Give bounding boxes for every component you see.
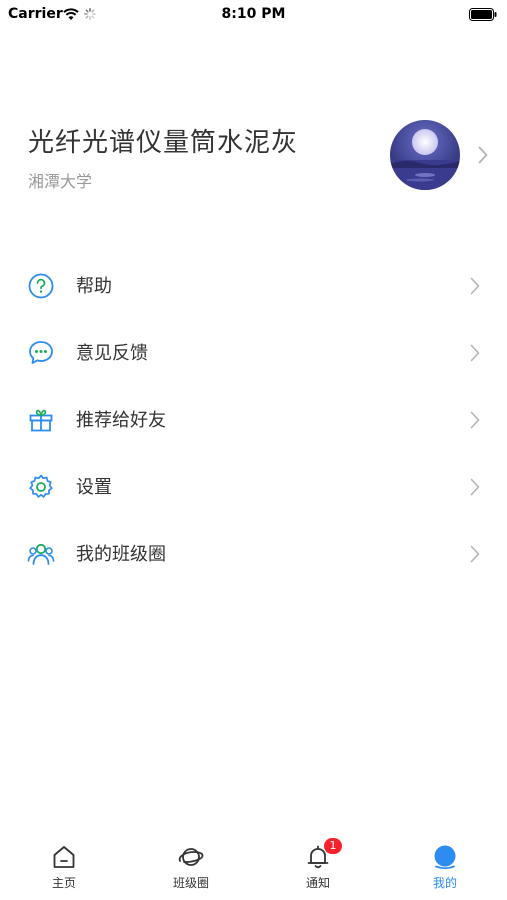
tab-label: 主页 [51, 876, 76, 890]
gear-icon [29, 474, 53, 498]
tab-bar: 主页 班级圈 1 通知 我的 [0, 830, 507, 900]
battery-icon [469, 8, 497, 21]
menu-label: 帮助 [76, 276, 112, 297]
clock-label: 8:10 PM [221, 6, 286, 22]
menu-label: 我的班级圈 [76, 544, 166, 565]
profile-header[interactable]: 光纤光谱仪量筒水泥灰 湘潭大学 [0, 110, 507, 200]
gift-icon [29, 409, 53, 432]
tab-label: 我的 [432, 876, 457, 890]
tab-notifications[interactable]: 1 通知 [278, 838, 358, 891]
profile-name: 光纤光谱仪量筒水泥灰 [28, 128, 299, 158]
chevron-right-icon [478, 146, 488, 164]
group-icon [27, 543, 55, 565]
chevron-right-icon [470, 411, 480, 429]
help-icon [28, 273, 54, 299]
home-icon [53, 846, 75, 868]
profile-school: 湘潭大学 [28, 172, 93, 191]
chevron-right-icon [470, 277, 480, 295]
menu-item-help[interactable]: 帮助 [0, 252, 507, 319]
chevron-right-icon [470, 545, 480, 563]
menu-item-recommend[interactable]: 推荐给好友 [0, 386, 507, 453]
menu-label: 推荐给好友 [76, 410, 166, 431]
avatar[interactable] [390, 120, 460, 190]
menu-item-feedback[interactable]: 意见反馈 [0, 319, 507, 386]
avatar-moon-lake-image [390, 120, 460, 190]
feedback-icon [29, 341, 53, 364]
chevron-right-icon [470, 478, 480, 496]
status-bar: Carrier 8:10 PM [0, 0, 507, 30]
menu-list: 帮助 意见反馈 推荐给好友 设置 我的班级圈 [0, 252, 507, 587]
notification-badge: 1 [324, 838, 342, 854]
menu-label: 设置 [76, 477, 112, 498]
tab-class-circle[interactable]: 班级圈 [151, 844, 231, 891]
menu-item-settings[interactable]: 设置 [0, 453, 507, 520]
tab-label: 通知 [305, 876, 330, 890]
profile-icon [434, 845, 456, 870]
menu-item-class-circle[interactable]: 我的班级圈 [0, 520, 507, 587]
menu-label: 意见反馈 [76, 343, 148, 364]
tab-home[interactable]: 主页 [24, 844, 104, 891]
chevron-right-icon [470, 344, 480, 362]
tab-label: 班级圈 [172, 876, 209, 890]
planet-icon [178, 848, 204, 866]
tab-profile[interactable]: 我的 [405, 844, 485, 891]
